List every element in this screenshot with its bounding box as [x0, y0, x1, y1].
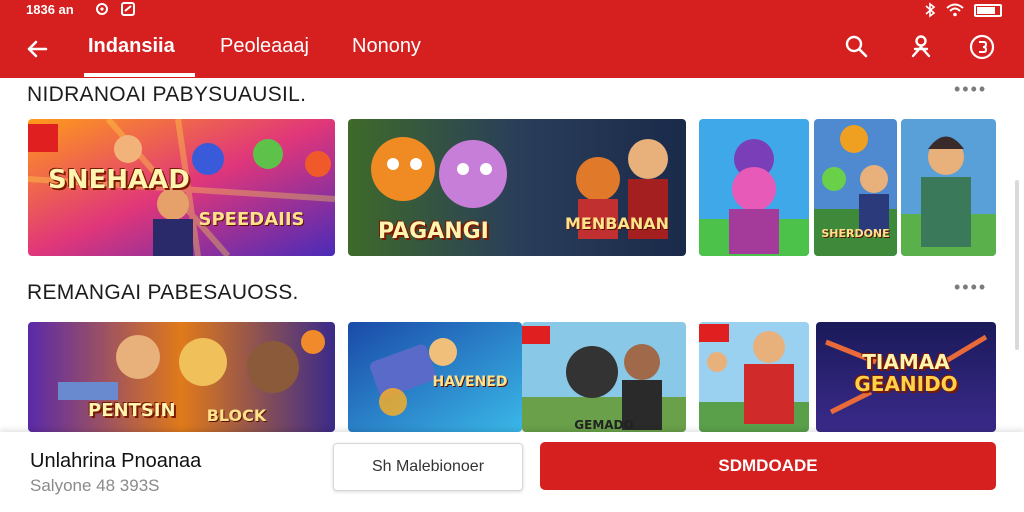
person-icon[interactable] [906, 32, 936, 62]
game-card[interactable]: SNEHAAD SPEEDAIIS [28, 119, 335, 256]
tab-peoleaaaj[interactable]: Peoleaaaj [220, 35, 309, 58]
active-tab-indicator [84, 73, 195, 77]
notification-icon [121, 2, 135, 16]
coin-icon[interactable] [967, 32, 997, 62]
game-card[interactable]: GEMADO [522, 322, 686, 432]
status-time: 1836 an [26, 2, 74, 17]
game-art-image [699, 322, 809, 432]
game-subtitle: SHERDONE [821, 227, 890, 240]
bluetooth-icon [925, 2, 936, 18]
game-subtitle: MENBANAN [565, 214, 669, 233]
game-card[interactable]: SHERDONE [814, 119, 897, 256]
wifi-icon [946, 3, 964, 17]
tab-nonony[interactable]: Nonony [352, 35, 421, 58]
tab-indansiia[interactable]: Indansiia [88, 35, 175, 58]
app-screen: 1836 an Indansiia Peoleaaaj Nonony NIDRA… [0, 0, 1024, 512]
game-title: SNEHAAD [48, 165, 190, 195]
status-icons [924, 2, 1002, 18]
game-card[interactable] [699, 322, 809, 432]
game-card[interactable]: HAVENED [348, 322, 522, 432]
game-art-image [699, 119, 809, 256]
game-card[interactable]: PAGANGI MENBANAN [348, 119, 686, 256]
gear-icon [96, 3, 108, 15]
section-title-recommended: REMANGAI PABESAUOSS. [27, 281, 299, 304]
game-art-image [901, 119, 996, 256]
battery-level [977, 6, 995, 14]
app-bar: Indansiia Peoleaaaj Nonony [0, 20, 1024, 78]
game-subtitle: GEANIDO [854, 372, 958, 396]
secondary-button[interactable]: Sh Malebionoer [333, 443, 523, 491]
download-button[interactable]: SDMDOADE [540, 442, 996, 490]
game-subtitle: BLOCK [206, 406, 267, 425]
game-art-image [522, 322, 686, 432]
section-title-featured: NIDRANOAI PABYSUAUSIL. [27, 83, 307, 106]
bottom-action-bar: Unlahrina Pnoanaa Salyone 48 393S Sh Mal… [0, 432, 1024, 512]
search-icon[interactable] [842, 32, 872, 62]
section-more-recommended[interactable]: •••• [954, 277, 987, 298]
section-more-featured[interactable]: •••• [954, 79, 987, 100]
app-meta: Salyone 48 393S [30, 476, 160, 495]
game-title: TIAMAA [862, 350, 950, 374]
game-card[interactable]: TIAMAA GEANIDO [816, 322, 996, 432]
game-subtitle: SPEEDAIIS [198, 209, 305, 230]
game-subtitle: GEMADO [574, 418, 634, 432]
game-card[interactable] [901, 119, 996, 256]
battery-icon [974, 3, 1002, 17]
game-card[interactable]: PENTSIN BLOCK [28, 322, 335, 432]
status-bar: 1836 an [0, 0, 1024, 20]
game-card[interactable] [699, 119, 809, 256]
app-name: Unlahrina Pnoanaa [30, 450, 202, 472]
scrollbar[interactable] [1015, 180, 1019, 350]
back-arrow-icon[interactable] [22, 34, 52, 64]
game-subtitle: HAVENED [432, 374, 508, 390]
